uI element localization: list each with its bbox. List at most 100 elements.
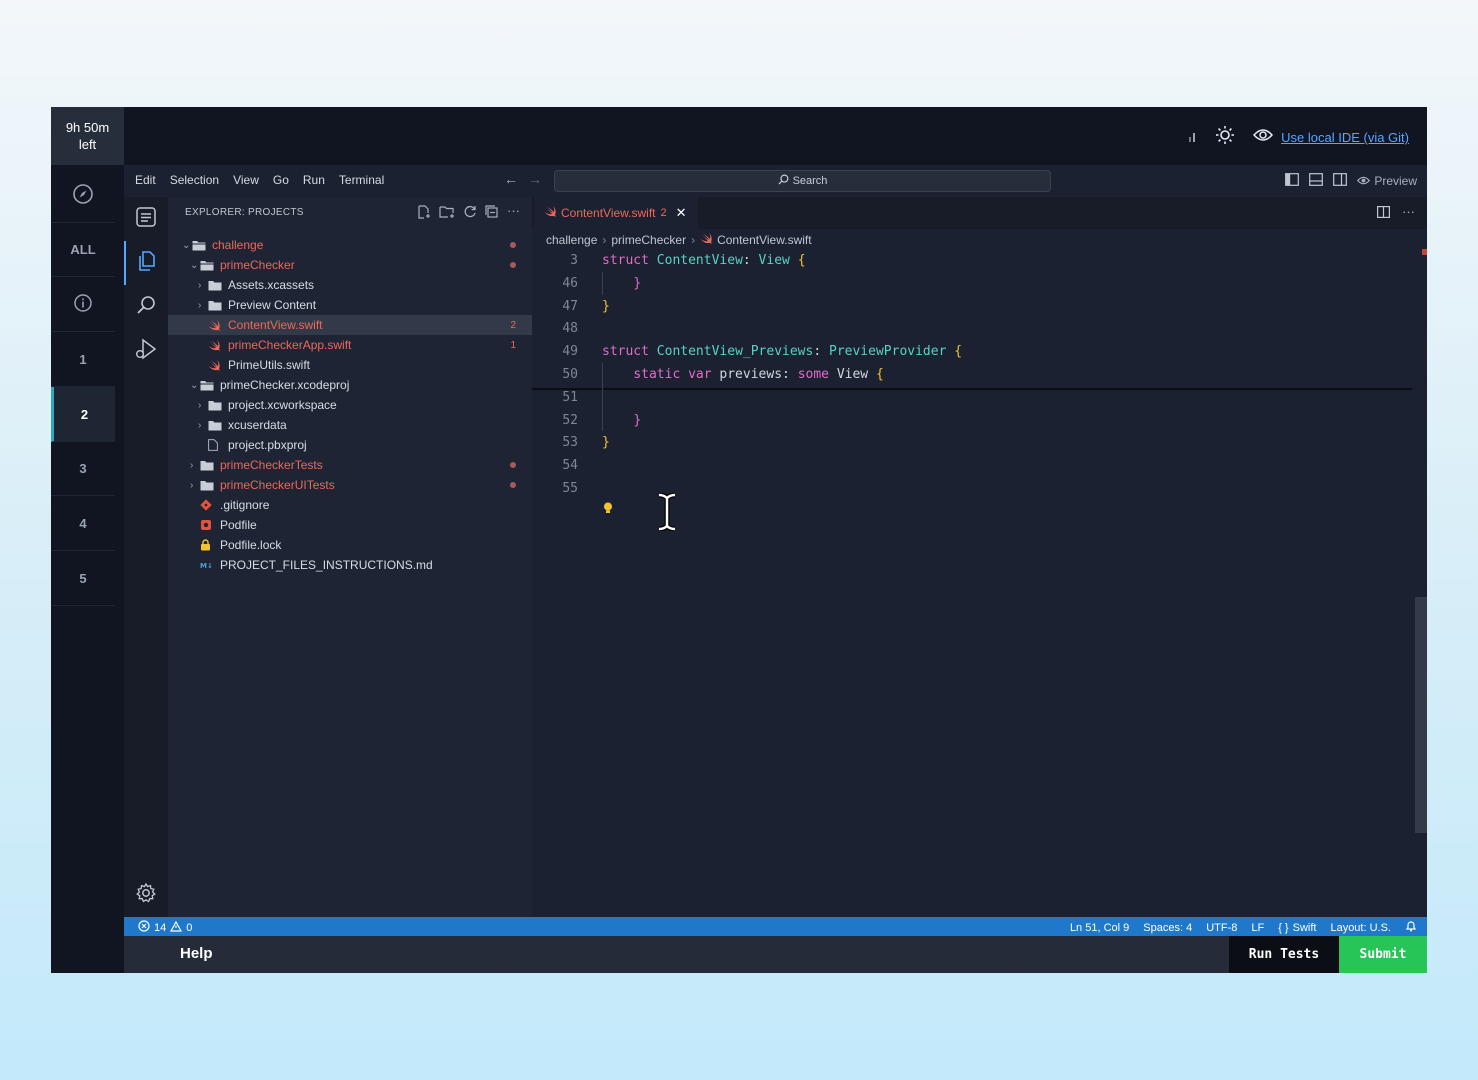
breadcrumb-item[interactable]: ContentView.swift: [717, 233, 812, 247]
code-line[interactable]: 53}: [532, 431, 1412, 454]
language-mode[interactable]: { } Swift: [1278, 922, 1316, 934]
tab-problem-count: 2: [660, 207, 667, 219]
more-actions-icon[interactable]: ···: [1402, 205, 1415, 221]
toggle-panel-icon[interactable]: [1309, 173, 1324, 189]
rail-item-label: 2: [80, 406, 89, 422]
back-arrow-icon[interactable]: ←: [504, 171, 518, 187]
code-line[interactable]: 48: [532, 317, 1412, 340]
activity-outline[interactable]: [124, 197, 168, 241]
run-tests-button[interactable]: Run Tests: [1229, 936, 1339, 973]
forward-arrow-icon[interactable]: →: [528, 171, 542, 187]
tree-folder[interactable]: › primeCheckerUITests: [168, 475, 532, 495]
chevron-right-icon: ›: [198, 279, 202, 291]
code-line[interactable]: 52 }: [532, 409, 1412, 432]
editor-scrollbar[interactable]: [1415, 597, 1427, 833]
chevron-right-icon: ›: [198, 299, 202, 311]
activity-search[interactable]: [124, 285, 168, 329]
new-file-icon[interactable]: [417, 205, 431, 224]
more-actions-icon[interactable]: ···: [507, 204, 520, 224]
toggle-primary-sidebar-icon[interactable]: [1285, 173, 1300, 189]
tree-item-label: primeCheckerTests: [220, 458, 323, 472]
breadcrumb-item[interactable]: challenge: [546, 233, 597, 247]
encoding[interactable]: UTF-8: [1206, 922, 1237, 934]
toggle-secondary-sidebar-icon[interactable]: [1333, 173, 1348, 189]
rail-item-2[interactable]: 2: [51, 387, 115, 442]
indentation[interactable]: Spaces: 4: [1143, 922, 1192, 934]
code-line[interactable]: 49 struct ContentView_Previews: PreviewPr…: [532, 340, 1412, 363]
help-button[interactable]: Help: [180, 945, 213, 962]
end-of-line[interactable]: LF: [1251, 922, 1264, 934]
tree-folder[interactable]: ⌄ challenge: [168, 235, 532, 255]
tree-folder[interactable]: ⌄ primeChecker.xcodeproj: [168, 375, 532, 395]
activity-explorer[interactable]: [124, 241, 168, 285]
notifications-bell-icon[interactable]: [1405, 920, 1417, 935]
code-line[interactable]: 50 static var previews: some View {: [532, 363, 1412, 386]
command-search-box[interactable]: Search: [554, 170, 1051, 192]
chevron-right-icon: ›: [190, 459, 194, 471]
menu-edit[interactable]: Edit: [135, 173, 156, 187]
tree-file[interactable]: ContentView.swift 2: [168, 315, 532, 335]
code-line[interactable]: 54: [532, 454, 1412, 477]
rail-item-1[interactable]: 1: [51, 332, 115, 387]
code-line[interactable]: 46 }: [532, 272, 1412, 295]
menu-go[interactable]: Go: [273, 173, 289, 187]
submit-button[interactable]: Submit: [1339, 936, 1427, 973]
code-token: {: [875, 367, 884, 382]
use-local-ide-link[interactable]: Use local IDE (via Git): [1281, 130, 1409, 145]
tree-folder[interactable]: ⌄ primeChecker: [168, 255, 532, 275]
preview-button[interactable]: Preview: [1357, 174, 1417, 188]
svg-text:M↓: M↓: [200, 562, 213, 570]
menu-terminal[interactable]: Terminal: [339, 173, 384, 187]
code-token: }: [602, 435, 610, 451]
tree-folder[interactable]: › xcuserdata: [168, 415, 532, 435]
tree-file[interactable]: PrimeUtils.swift: [168, 355, 532, 375]
menu-selection[interactable]: Selection: [170, 173, 219, 187]
file-icon: [208, 439, 224, 451]
tree-folder[interactable]: › Assets.xcassets: [168, 275, 532, 295]
tab-contentview[interactable]: ContentView.swift 2 ✕: [534, 197, 698, 229]
tree-folder[interactable]: › project.xcworkspace: [168, 395, 532, 415]
tree-file[interactable]: M↓ PROJECT_FILES_INSTRUCTIONS.md: [168, 555, 532, 575]
rail-item-3[interactable]: 3: [51, 441, 115, 496]
preview-label: Preview: [1374, 174, 1417, 188]
activity-run-debug[interactable]: [124, 329, 168, 373]
code-token: ContentView_Previews: [656, 344, 814, 360]
problems-indicator[interactable]: 14 0: [138, 920, 192, 935]
line-number: 49: [562, 344, 578, 360]
keyboard-layout[interactable]: Layout: U.S.: [1330, 922, 1391, 934]
tree-file[interactable]: primeCheckerApp.swift 1: [168, 335, 532, 355]
tree-file[interactable]: project.pbxproj: [168, 435, 532, 455]
refresh-icon[interactable]: [463, 205, 477, 224]
menu-run[interactable]: Run: [303, 173, 325, 187]
info-button[interactable]: [51, 277, 115, 332]
sun-icon: [1215, 126, 1235, 149]
activity-settings[interactable]: [124, 873, 168, 917]
lightbulb-icon[interactable]: [603, 501, 613, 519]
theme-toggle-button[interactable]: [1215, 125, 1235, 150]
line-number: 50: [562, 367, 578, 382]
menu-view[interactable]: View: [233, 173, 259, 187]
split-editor-icon[interactable]: [1377, 206, 1391, 221]
rail-item-4[interactable]: 4: [51, 496, 115, 551]
rail-item-all[interactable]: ALL: [51, 222, 115, 277]
gear-icon: [135, 882, 157, 909]
sticky-scroll-divider: [532, 388, 1412, 390]
code-text: struct ContentView: View {: [602, 253, 806, 268]
cursor-position[interactable]: Ln 51, Col 9: [1070, 922, 1129, 934]
compass-button[interactable]: [51, 168, 115, 223]
code-line[interactable]: 47}: [532, 295, 1412, 318]
close-icon[interactable]: ✕: [676, 205, 687, 221]
tree-folder[interactable]: › primeCheckerTests: [168, 455, 532, 475]
status-bar: 14 0 Ln 51, Col 9 Spaces: 4 UTF-8 LF { }…: [124, 917, 1427, 936]
use-local-ide-button[interactable]: Use local IDE (via Git): [1253, 128, 1409, 147]
tree-folder[interactable]: › Preview Content: [168, 295, 532, 315]
rail-item-5[interactable]: 5: [51, 551, 115, 606]
tree-file[interactable]: Podfile: [168, 515, 532, 535]
tree-file[interactable]: .gitignore: [168, 495, 532, 515]
new-folder-icon[interactable]: [439, 205, 455, 224]
tree-file[interactable]: Podfile.lock: [168, 535, 532, 555]
collapse-all-icon[interactable]: [485, 205, 499, 224]
code-line[interactable]: 3 struct ContentView: View {: [532, 249, 1412, 272]
breadcrumb-item[interactable]: primeChecker: [611, 233, 686, 247]
